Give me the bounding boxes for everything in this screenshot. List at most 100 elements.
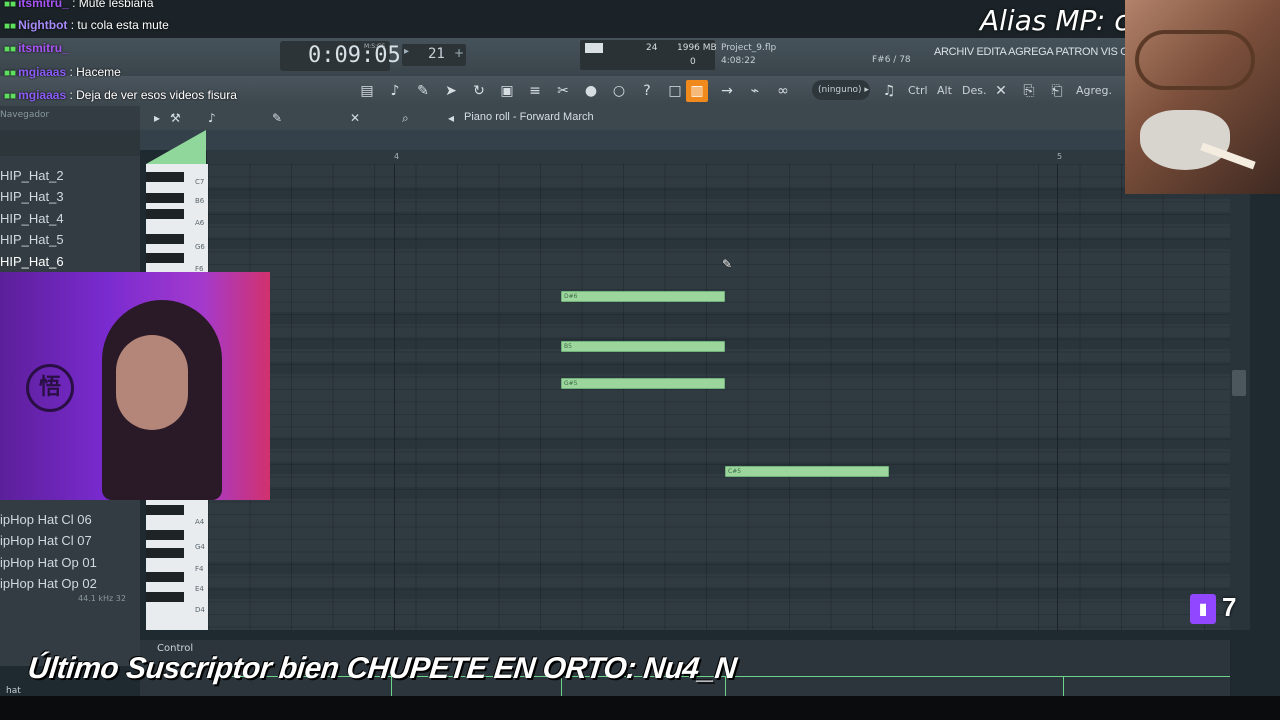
zoom-icon[interactable]: ⌕ bbox=[402, 111, 409, 126]
black-key[interactable] bbox=[146, 172, 184, 182]
bar-number: 5 bbox=[1057, 152, 1063, 161]
brush-icon[interactable]: ✎ bbox=[412, 80, 434, 102]
paste-icon[interactable]: ⎗ bbox=[1046, 80, 1068, 102]
mic-icon[interactable]: ● bbox=[580, 80, 602, 102]
browser-item[interactable]: ipHop Hat Op 02 bbox=[0, 576, 97, 591]
key-label: B6 bbox=[195, 197, 205, 205]
browser-item[interactable]: HIP_Hat_5 bbox=[0, 232, 64, 247]
menu-arrow-icon[interactable]: ▸ bbox=[154, 111, 160, 125]
chat-icon[interactable]: ○ bbox=[608, 80, 630, 102]
piano-roll-title: Piano roll - Forward March bbox=[464, 111, 594, 123]
save-icon[interactable]: ▣ bbox=[496, 80, 518, 102]
piano-roll-icon[interactable]: ▥ bbox=[686, 80, 708, 102]
tools-icon[interactable]: ⚒ bbox=[170, 111, 181, 125]
note-icon[interactable]: ♪ bbox=[208, 111, 216, 125]
chat-text: Haceme bbox=[76, 65, 121, 79]
chat-badges-icon: ■■ bbox=[4, 44, 17, 55]
forward-icon[interactable]: → bbox=[716, 80, 738, 102]
note-c-sharp-5[interactable]: C#5 bbox=[725, 466, 889, 477]
link-icon[interactable]: ∞ bbox=[772, 80, 794, 102]
file-icon[interactable]: ▤ bbox=[356, 80, 378, 102]
note-grid[interactable] bbox=[208, 164, 1230, 630]
chat-badges-icon: ■■ bbox=[4, 21, 17, 32]
speaker-icon[interactable]: ◂ bbox=[448, 111, 454, 125]
vertical-scrollbar[interactable] bbox=[1230, 164, 1250, 630]
black-key[interactable] bbox=[146, 572, 184, 582]
browser-item[interactable]: HIP_Hat_3 bbox=[0, 189, 64, 204]
grid-row-shade bbox=[208, 212, 1230, 224]
browser-search-field[interactable]: hat bbox=[6, 686, 21, 696]
metronome-icon[interactable]: ♫ bbox=[878, 80, 900, 102]
ctrl-button[interactable]: Ctrl bbox=[908, 80, 928, 102]
browser-item[interactable]: HIP_Hat_4 bbox=[0, 211, 64, 226]
grid-row-shade bbox=[208, 237, 1230, 249]
alias-overlay-text: Alias MP: c bbox=[980, 4, 1130, 37]
browser-item[interactable]: ipHop Hat Cl 06 bbox=[0, 512, 92, 527]
key-label: A6 bbox=[195, 219, 205, 227]
scissors-icon[interactable]: ✂ bbox=[552, 80, 574, 102]
plugin-icon[interactable]: ⌁ bbox=[744, 80, 766, 102]
chat-message: ■■ itsmitru_ : Mute lesbiana bbox=[4, 0, 154, 10]
des-button[interactable]: Des. bbox=[962, 80, 986, 102]
black-key[interactable] bbox=[146, 209, 184, 219]
alt-button[interactable]: Alt bbox=[937, 80, 952, 102]
note-info: F#6 / 78 bbox=[872, 55, 911, 65]
window-icon[interactable]: □ bbox=[664, 80, 686, 102]
chat-badges-icon: ■■ bbox=[4, 0, 17, 10]
grid-row-shade bbox=[208, 562, 1230, 574]
black-key[interactable] bbox=[146, 548, 184, 558]
chat-username: Nightbot bbox=[18, 18, 68, 32]
chat-username: mgiaaas bbox=[18, 88, 67, 102]
refresh-icon[interactable]: ↻ bbox=[468, 80, 490, 102]
chat-badges-icon: ■■ bbox=[4, 68, 17, 79]
mixer-icon[interactable]: ≡ bbox=[524, 80, 546, 102]
cpu-bar bbox=[585, 43, 603, 53]
agreg-button[interactable]: Agreg. bbox=[1076, 80, 1112, 102]
pattern-select[interactable]: (ninguno) ▸ bbox=[812, 80, 870, 100]
pencil-icon[interactable]: ✎ bbox=[272, 111, 282, 125]
help-icon[interactable]: ? bbox=[636, 80, 658, 102]
browser-item[interactable]: HIP_Hat_2 bbox=[0, 168, 64, 183]
cut-icon[interactable]: ✕ bbox=[990, 80, 1012, 102]
tempo-arrow-icon[interactable]: ▸ bbox=[404, 46, 409, 57]
tempo-value[interactable]: 21 bbox=[428, 46, 445, 62]
piano-roll-overview[interactable] bbox=[140, 130, 1125, 150]
key-label: E4 bbox=[195, 585, 204, 593]
chat-text: Mute lesbiana bbox=[78, 0, 154, 10]
note-b5[interactable]: B5 bbox=[561, 341, 725, 352]
bar-line bbox=[394, 164, 395, 630]
key-label: G6 bbox=[195, 243, 205, 251]
black-key[interactable] bbox=[146, 234, 184, 244]
project-elapsed: 4:08:22 bbox=[721, 56, 756, 66]
timeline-ruler[interactable] bbox=[207, 150, 1125, 164]
grid-row-shade bbox=[208, 312, 1230, 324]
mute-icon[interactable]: ✕ bbox=[350, 111, 360, 125]
browser-item[interactable]: ipHop Hat Op 01 bbox=[0, 555, 97, 570]
black-key[interactable] bbox=[146, 253, 184, 263]
black-key[interactable] bbox=[146, 592, 184, 602]
cpu-value: 24 bbox=[646, 43, 658, 53]
black-key[interactable] bbox=[146, 505, 184, 515]
browser-header: Navegador bbox=[0, 110, 50, 120]
bar-line bbox=[1057, 164, 1058, 630]
copy-icon[interactable]: ⎘ bbox=[1018, 80, 1040, 102]
chat-text: Deja de ver esos videos fisura bbox=[76, 88, 237, 102]
chat-message: ■■ Nightbot : tu cola esta mute bbox=[4, 18, 169, 32]
browser-item[interactable]: ipHop Hat Cl 07 bbox=[0, 533, 92, 548]
pencil-cursor-icon: ✎ bbox=[722, 257, 733, 271]
browser-item-selected[interactable]: HIP_Hat_6 bbox=[0, 254, 64, 269]
microphone-icon[interactable]: ♪ bbox=[384, 80, 406, 102]
arrow-icon[interactable]: ➤ bbox=[440, 80, 462, 102]
note-g-sharp-5[interactable]: G#5 bbox=[561, 378, 725, 389]
black-key[interactable] bbox=[146, 193, 184, 203]
note-d-sharp-6[interactable]: D#6 bbox=[561, 291, 725, 302]
bar-number: 4 bbox=[394, 152, 400, 161]
chat-message: ■■ mgiaaas : Haceme bbox=[4, 65, 121, 79]
portrait-beard bbox=[1140, 110, 1230, 170]
twitch-viewers-icon: ▮ bbox=[1190, 594, 1216, 624]
tempo-plus-button[interactable]: + bbox=[454, 46, 464, 60]
project-name: Project_9.flp bbox=[721, 43, 777, 53]
scrollbar-thumb[interactable] bbox=[1232, 370, 1246, 396]
black-key[interactable] bbox=[146, 530, 184, 540]
event-stem[interactable] bbox=[1063, 676, 1064, 696]
